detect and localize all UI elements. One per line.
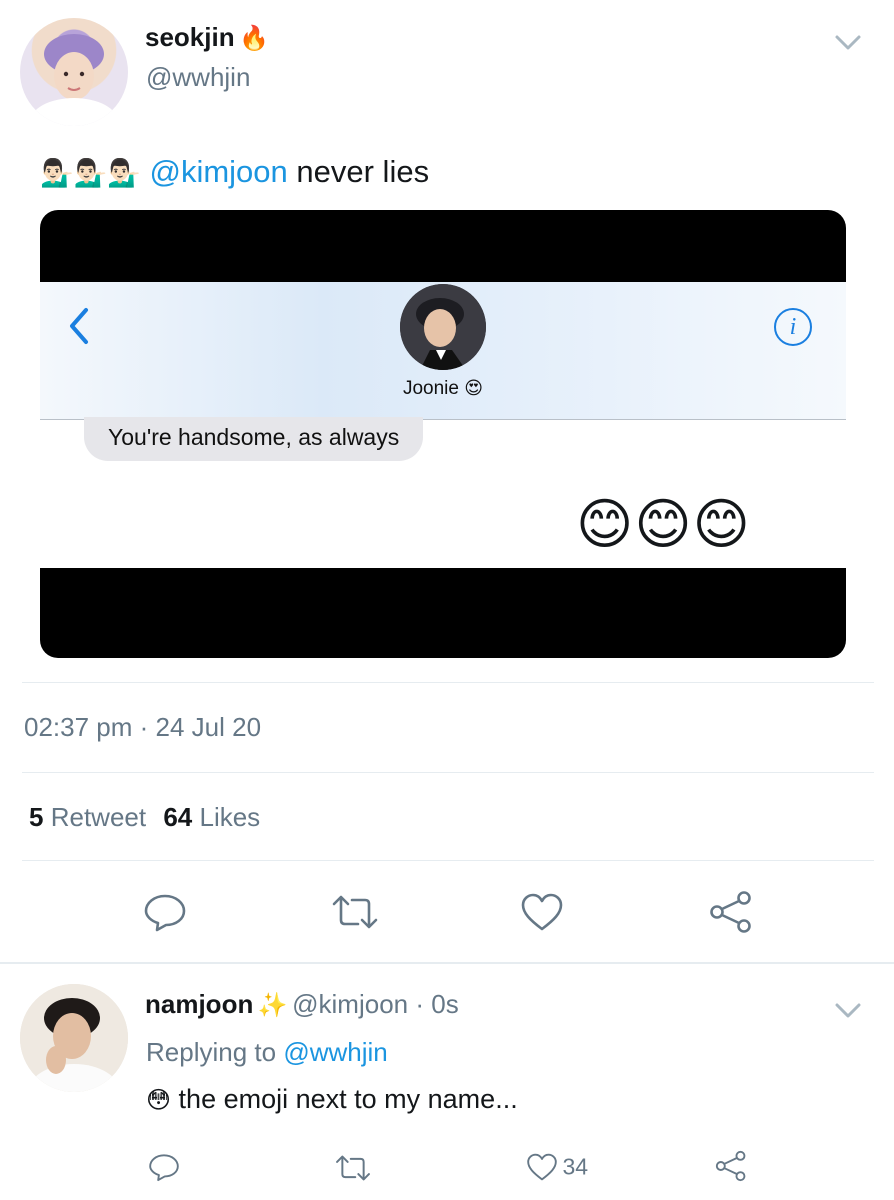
tweet-text: 💁🏻‍♂️💁🏻‍♂️💁🏻‍♂️ @kimjoon never lies [40, 154, 429, 190]
reply-icon [149, 1154, 179, 1182]
author-avatar-art [30, 34, 118, 126]
author-display-name[interactable]: seokjin [145, 22, 235, 52]
reply-button[interactable] [143, 892, 187, 937]
like-label[interactable]: Likes [199, 802, 260, 832]
reply-like-button[interactable]: 34 [526, 1152, 588, 1182]
engagement-stats: 5 Retweet 64 Likes [29, 802, 260, 833]
info-icon[interactable]: i [774, 308, 812, 346]
author-name-row: seokjin 🔥 [145, 22, 269, 53]
reply-handle-time[interactable]: @kimjoon · 0s [292, 989, 459, 1019]
replying-to-label: Replying to [146, 1037, 277, 1067]
share-icon [710, 891, 751, 933]
replying-to: Replying to @wwhjin [146, 1037, 388, 1068]
chevron-down-icon[interactable] [834, 30, 862, 54]
retweet-label[interactable]: Retweet [51, 802, 146, 832]
reply-text: 😳 the emoji next to my name... [146, 1084, 518, 1115]
reply-author-avatar-art [20, 984, 128, 1092]
reply-reply-button[interactable] [148, 1152, 180, 1187]
divider [22, 772, 874, 773]
contact-avatar[interactable] [400, 284, 486, 370]
retweet-count[interactable]: 5 [29, 802, 43, 832]
retweet-icon [336, 1155, 370, 1181]
author-avatar[interactable] [20, 18, 128, 126]
sparkles-emoji: ✨ [257, 991, 288, 1019]
fire-emoji: 🔥 [239, 24, 269, 52]
chevron-down-icon[interactable] [834, 998, 862, 1022]
tweet-separator [0, 962, 894, 964]
redaction-bar-top [40, 210, 846, 282]
mention-link[interactable]: @kimjoon [149, 154, 287, 189]
like-icon [521, 893, 563, 931]
back-chevron-icon[interactable] [66, 306, 94, 346]
reply-share-button[interactable] [714, 1150, 748, 1187]
person-tipping-hand-emojis: 💁🏻‍♂️💁🏻‍♂️💁🏻‍♂️ [40, 158, 141, 189]
received-message-bubble: You're handsome, as always [84, 417, 424, 461]
like-icon [527, 1153, 557, 1181]
tweet-timestamp[interactable]: 02:37 pm · 24 Jul 20 [24, 712, 261, 743]
contact-avatar-art [400, 284, 486, 370]
reply-display-name[interactable]: namjoon [145, 989, 253, 1019]
replying-to-handle[interactable]: @wwhjin [283, 1037, 387, 1067]
share-button[interactable] [708, 890, 754, 939]
reply-icon [144, 894, 186, 932]
reply-name-row: namjoon ✨ @kimjoon · 0s [145, 989, 459, 1020]
smiling-emojis: 😊😊😊 [576, 492, 752, 556]
divider [22, 682, 874, 683]
contact-name: Joonie [402, 378, 459, 399]
redaction-bar-bottom [40, 568, 846, 658]
heart-eyes-emoji: 😍 [464, 378, 484, 399]
divider [22, 860, 874, 861]
retweet-button[interactable] [330, 894, 380, 935]
reply-like-count: 34 [562, 1153, 589, 1180]
flushed-emoji: 😳 [146, 1086, 172, 1114]
reply-retweet-button[interactable] [334, 1154, 372, 1187]
reply-author-avatar[interactable] [20, 984, 128, 1092]
author-handle[interactable]: @wwhjin [146, 62, 250, 93]
attached-image[interactable]: Joonie 😍 i You're handsome, as always 😊😊… [40, 210, 846, 658]
reply-text-body: the emoji next to my name... [178, 1084, 518, 1114]
retweet-icon [332, 895, 378, 929]
share-icon [715, 1150, 746, 1182]
like-button[interactable] [520, 892, 564, 937]
like-count[interactable]: 64 [163, 802, 192, 832]
tweet-text-rest: never lies [287, 154, 430, 189]
contact-name-row[interactable]: Joonie 😍 [40, 378, 846, 400]
